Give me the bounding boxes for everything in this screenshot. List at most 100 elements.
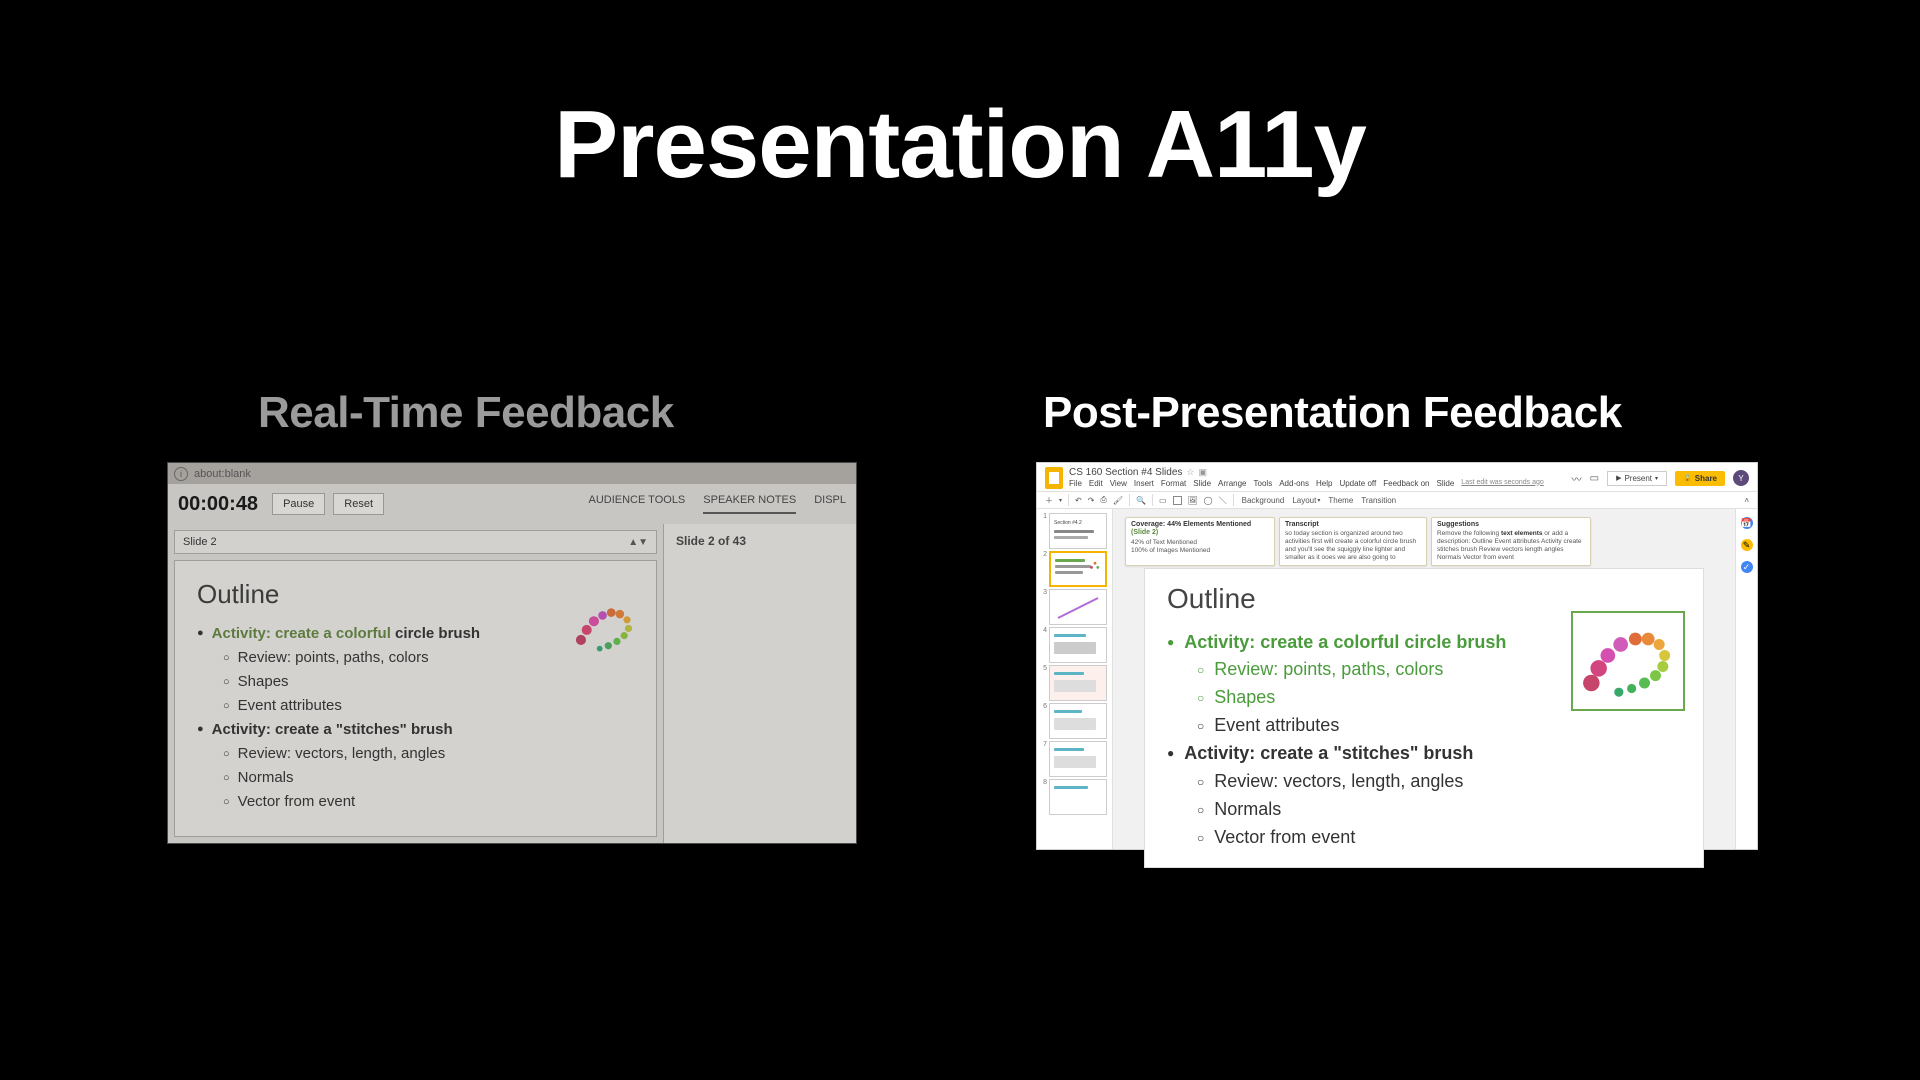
menu-view[interactable]: View [1110, 479, 1127, 488]
menu-addons[interactable]: Add-ons [1279, 479, 1309, 488]
thumb-number: 7 [1039, 741, 1047, 748]
undo-button[interactable]: ↶ [1075, 496, 1082, 505]
avatar[interactable]: Y [1733, 470, 1749, 486]
brush-swirl-image [1571, 611, 1685, 711]
thumb-number: 8 [1039, 779, 1047, 786]
chevron-down-icon[interactable]: ▾ [1059, 497, 1062, 504]
right-rail: 📅 ✎ ✓ [1735, 509, 1757, 849]
move-icon[interactable]: ▣ [1198, 467, 1207, 478]
transcript-callout: Transcript so today section is organized… [1279, 517, 1427, 566]
address-text: about:blank [194, 468, 251, 480]
thumbnail-2[interactable] [1049, 551, 1107, 587]
tab-speaker-notes[interactable]: SPEAKER NOTES [703, 494, 796, 514]
slide-editor-canvas: Coverage: 44% Elements Mentioned (Slide … [1113, 509, 1735, 849]
paint-format-button[interactable]: 🖌 [1113, 496, 1123, 505]
line-tool[interactable]: ＼ [1219, 495, 1227, 506]
tab-display[interactable]: DISPL [814, 494, 846, 514]
thumb-number: 5 [1039, 665, 1047, 672]
menu-file[interactable]: File [1069, 479, 1082, 488]
thumbnail-6[interactable] [1049, 703, 1107, 739]
menu-format[interactable]: Format [1161, 479, 1186, 488]
collapse-toolbar-icon[interactable]: ˄ [1744, 496, 1749, 505]
transition-button[interactable]: Transition [1359, 496, 1396, 505]
menu-update-off[interactable]: Update off [1339, 479, 1376, 488]
gslides-toolbar: ＋ ▾ ↶ ↷ ⎙ 🖌 🔍 ▭ 🖼 ◯ ＼ Background Layout▾… [1037, 491, 1757, 509]
keep-icon[interactable]: ✎ [1741, 539, 1753, 551]
thumbnail-4[interactable] [1049, 627, 1107, 663]
gslides-header: CS 160 Section #4 Slides ☆ ▣ File Edit V… [1037, 463, 1757, 491]
reset-button[interactable]: Reset [333, 493, 384, 515]
thumbnail-7[interactable] [1049, 741, 1107, 777]
new-slide-button[interactable]: ＋ [1045, 495, 1053, 506]
background-button[interactable]: Background [1240, 496, 1285, 505]
chevron-updown-icon: ▲▼ [628, 537, 648, 548]
slides-logo-icon [1045, 467, 1063, 489]
redo-button[interactable]: ↷ [1088, 496, 1095, 505]
active-slide[interactable]: Outline Activity: create a colorful circ… [1144, 568, 1704, 868]
tab-audience-tools[interactable]: AUDIENCE TOOLS [588, 494, 685, 514]
bullet-activity-2: Activity: create a "stitches" brush [197, 718, 634, 742]
calendar-icon[interactable]: 📅 [1741, 517, 1753, 529]
menu-slide-2[interactable]: Slide [1437, 479, 1455, 488]
doc-title[interactable]: CS 160 Section #4 Slides [1069, 467, 1182, 478]
menu-insert[interactable]: Insert [1134, 479, 1154, 488]
browser-address-bar: i about:blank [168, 463, 856, 484]
zoom-button[interactable]: 🔍 [1136, 496, 1146, 505]
image-tool[interactable]: 🖼 [1188, 496, 1198, 505]
tasks-icon[interactable]: ✓ [1741, 561, 1753, 573]
theme-button[interactable]: Theme [1326, 496, 1353, 505]
thumbnail-strip: 1 Section #4.2 2 3 [1037, 509, 1113, 849]
brush-swirl-icon [568, 591, 640, 663]
share-label: Share [1695, 474, 1717, 483]
bullet-activity-2: Activity: create a "stitches" brush [1167, 740, 1681, 768]
lock-icon: 🔒 [1683, 474, 1692, 482]
thumb-number: 1 [1039, 513, 1047, 520]
menu-slide[interactable]: Slide [1193, 479, 1211, 488]
shape-tool[interactable]: ◯ [1204, 496, 1213, 505]
menu-tools[interactable]: Tools [1254, 479, 1273, 488]
sub-bullet: Shapes [197, 670, 634, 694]
thumb-number: 2 [1039, 551, 1047, 558]
notes-slide-indicator: Slide 2 of 43 [676, 534, 844, 548]
thumbnail-5[interactable] [1049, 665, 1107, 701]
feedback-callouts: Coverage: 44% Elements Mentioned (Slide … [1125, 517, 1723, 566]
comment-icon[interactable]: ▭ [1590, 473, 1599, 484]
thumbnail-8[interactable] [1049, 779, 1107, 815]
presenter-toolbar: 00:00:48 Pause Reset AUDIENCE TOOLS SPEA… [168, 484, 856, 524]
menu-arrange[interactable]: Arrange [1218, 479, 1246, 488]
slide-preview-area: Slide 2 ▲▼ Outline Activity: create a co… [168, 524, 663, 843]
info-icon: i [174, 467, 188, 481]
slide-selector-label: Slide 2 [183, 536, 217, 548]
menu-bar: File Edit View Insert Format Slide Arran… [1069, 479, 1544, 488]
slide-canvas: Outline Activity: create a colorful circ… [174, 560, 657, 837]
sub-bullet: Normals [197, 766, 634, 790]
thumbnail-3[interactable] [1049, 589, 1107, 625]
layout-button[interactable]: Layout▾ [1290, 496, 1320, 505]
star-icon[interactable]: ☆ [1186, 467, 1194, 478]
select-tool[interactable]: ▭ [1159, 496, 1167, 505]
post-presentation-screenshot: CS 160 Section #4 Slides ☆ ▣ File Edit V… [1036, 462, 1758, 850]
sub-bullet: Event attributes [1167, 712, 1681, 740]
menu-feedback-on[interactable]: Feedback on [1383, 479, 1429, 488]
print-button[interactable]: ⎙ [1100, 495, 1106, 505]
pause-button[interactable]: Pause [272, 493, 325, 515]
slide-selector[interactable]: Slide 2 ▲▼ [174, 530, 657, 554]
thumb-number: 3 [1039, 589, 1047, 596]
thumbnail-1[interactable]: Section #4.2 [1049, 513, 1107, 549]
present-button[interactable]: ▶ Present ▾ [1607, 471, 1667, 486]
timer: 00:00:48 [178, 493, 258, 516]
menu-edit[interactable]: Edit [1089, 479, 1103, 488]
menu-help[interactable]: Help [1316, 479, 1332, 488]
sub-bullet: Review: vectors, length, angles [1167, 768, 1681, 796]
play-icon: ▶ [1616, 474, 1621, 482]
left-panel-title: Real-Time Feedback [258, 388, 674, 438]
last-edit-text[interactable]: Last edit was seconds ago [1461, 479, 1544, 488]
thumb-number: 4 [1039, 627, 1047, 634]
trend-icon[interactable]: 〰 [1572, 471, 1582, 486]
thumb-number: 6 [1039, 703, 1047, 710]
textbox-tool[interactable] [1173, 496, 1182, 505]
speaker-notes-panel: Slide 2 of 43 [663, 524, 856, 843]
right-panel-title: Post-Presentation Feedback [1043, 388, 1622, 438]
sub-bullet: Vector from event [197, 790, 634, 814]
share-button[interactable]: 🔒 Share [1675, 471, 1725, 486]
